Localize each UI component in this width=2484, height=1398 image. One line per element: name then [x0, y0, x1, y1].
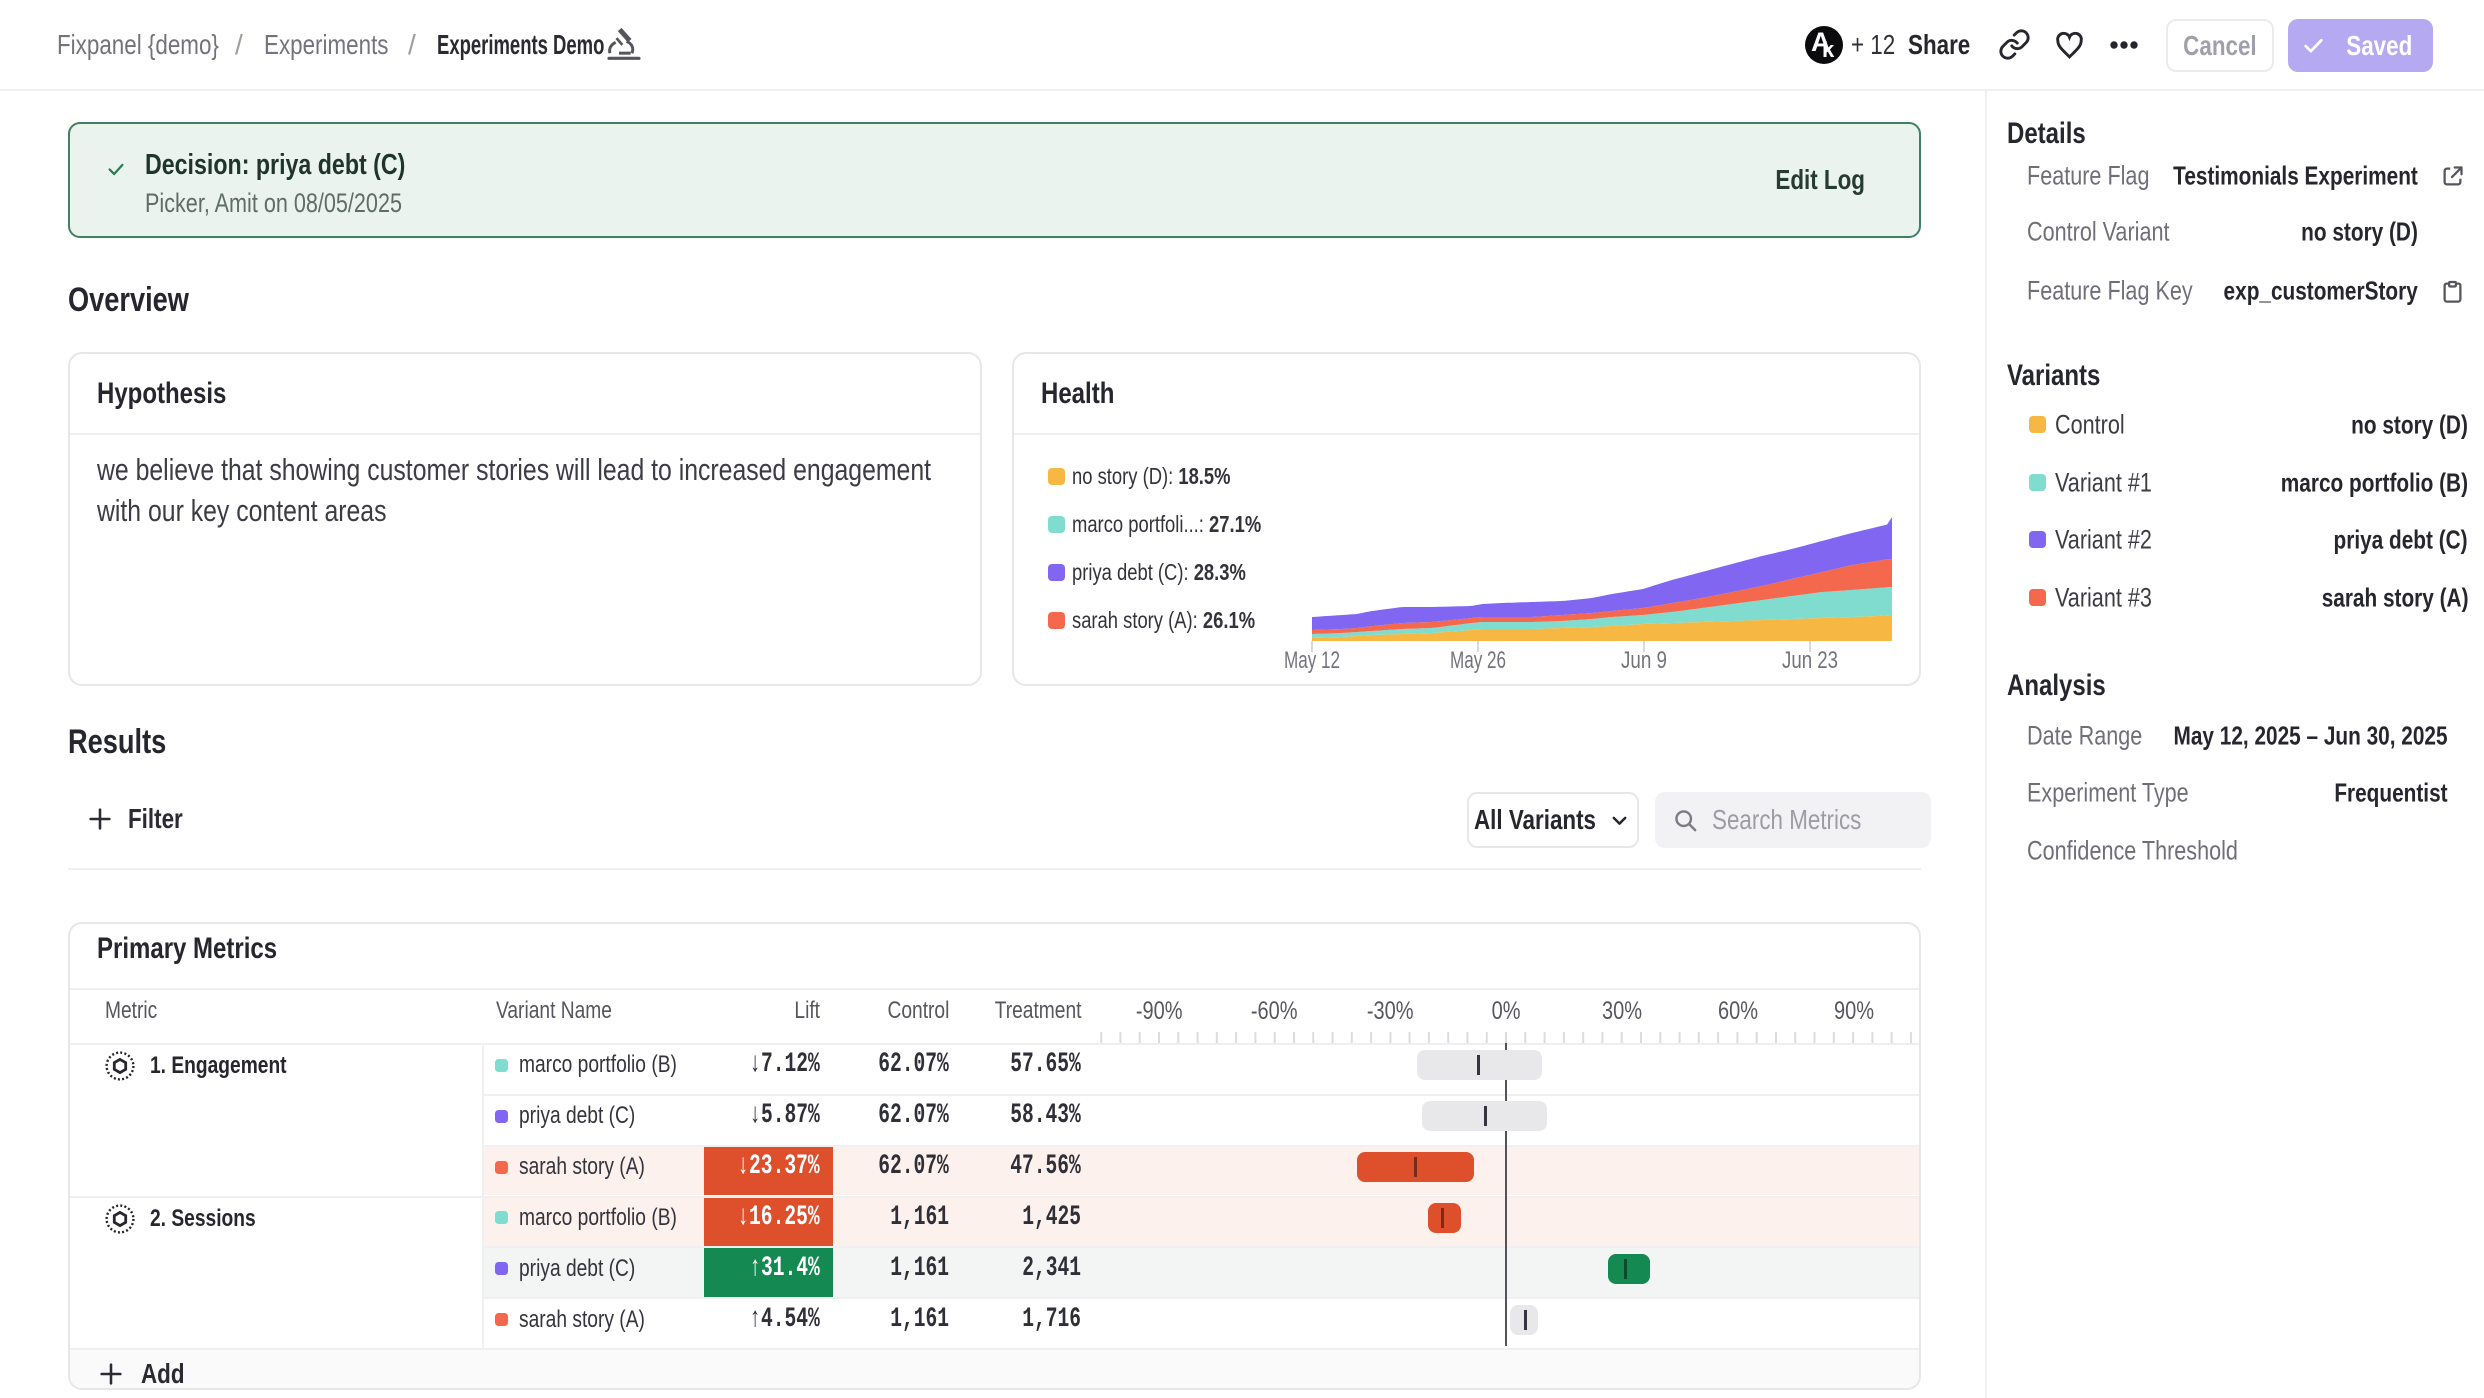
svg-text:May 26: May 26: [1450, 647, 1506, 674]
svg-text:May 12: May 12: [1284, 647, 1340, 674]
svg-text:Jun 23: Jun 23: [1782, 647, 1838, 674]
svg-text:Jun 9: Jun 9: [1621, 647, 1667, 674]
